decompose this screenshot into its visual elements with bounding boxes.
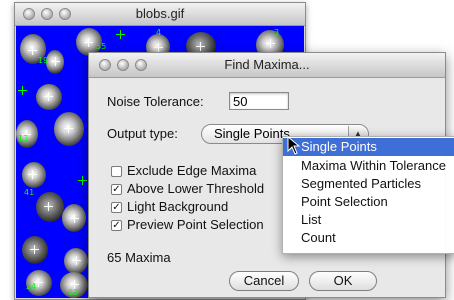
output-type-menu: ✓ Single Points Maxima Within Tolerance …: [282, 136, 454, 254]
maxima-label: 63: [68, 288, 79, 297]
menu-item-label: List: [301, 212, 322, 227]
maxima-label: 41: [24, 188, 35, 197]
maxima-count-status: 65 Maxima: [107, 250, 171, 265]
light-background-label: Light Background: [127, 199, 229, 214]
maxima-point: [44, 202, 53, 211]
image-window-titlebar[interactable]: blobs.gif: [15, 3, 305, 26]
noise-tolerance-label: Noise Tolerance:: [107, 94, 204, 109]
maxima-point: [84, 38, 93, 47]
light-background-checkbox[interactable]: ✓: [111, 202, 122, 213]
cancel-button[interactable]: Cancel: [229, 271, 299, 291]
maxima-point: [70, 214, 79, 223]
maxima-point: [51, 57, 60, 66]
output-type-label: Output type:: [107, 126, 178, 141]
menu-item-label: Count: [301, 230, 336, 245]
preview-point-selection-label: Preview Point Selection: [127, 217, 264, 232]
mouse-pointer-icon: [287, 135, 301, 155]
maxima-label: 24: [26, 282, 37, 291]
maxima-point: [116, 30, 125, 39]
noise-tolerance-field[interactable]: 50: [229, 92, 289, 110]
menu-item-label: Point Selection: [301, 194, 388, 209]
menu-item-list[interactable]: List: [283, 211, 454, 229]
above-lower-threshold-label: Above Lower Threshold: [127, 181, 265, 196]
maxima-label: 4: [156, 28, 162, 37]
maxima-point: [28, 170, 37, 179]
maxima-point: [44, 92, 53, 101]
menu-item-count[interactable]: Count: [283, 229, 454, 247]
menu-item-segmented-particles[interactable]: Segmented Particles: [283, 175, 454, 193]
maxima-point: [30, 245, 39, 254]
image-window-title: blobs.gif: [135, 6, 185, 21]
menu-item-label: Segmented Particles: [301, 176, 421, 191]
output-type-value: Single Points: [214, 126, 290, 141]
menu-item-maxima-within-tolerance[interactable]: Maxima Within Tolerance: [283, 157, 454, 175]
maxima-point: [72, 256, 81, 265]
maxima-point: [154, 43, 163, 52]
dialog-titlebar[interactable]: Find Maxima...: [89, 53, 445, 78]
above-lower-threshold-checkbox[interactable]: ✓: [111, 184, 122, 195]
menu-item-point-selection[interactable]: Point Selection: [283, 193, 454, 211]
maxima-point: [64, 124, 73, 133]
maxima-point: [18, 86, 27, 95]
maxima-label: 13: [18, 134, 29, 143]
dialog-title: Find Maxima...: [224, 57, 310, 72]
exclude-edge-maxima-label: Exclude Edge Maxima: [127, 163, 257, 178]
maxima-label: 19: [38, 56, 49, 65]
maxima-point: [28, 46, 37, 55]
menu-item-single-points[interactable]: ✓ Single Points: [283, 138, 454, 156]
maxima-label: 3: [274, 28, 280, 37]
maxima-label: 55: [96, 42, 107, 51]
preview-point-selection-checkbox[interactable]: ✓: [111, 220, 122, 231]
ok-button[interactable]: OK: [309, 271, 377, 291]
maxima-point: [266, 39, 275, 48]
menu-item-label: Single Points: [301, 139, 377, 154]
maxima-point: [196, 42, 205, 51]
exclude-edge-maxima-checkbox[interactable]: [111, 166, 122, 177]
menu-item-label: Maxima Within Tolerance: [301, 158, 446, 173]
maxima-point: [78, 176, 87, 185]
